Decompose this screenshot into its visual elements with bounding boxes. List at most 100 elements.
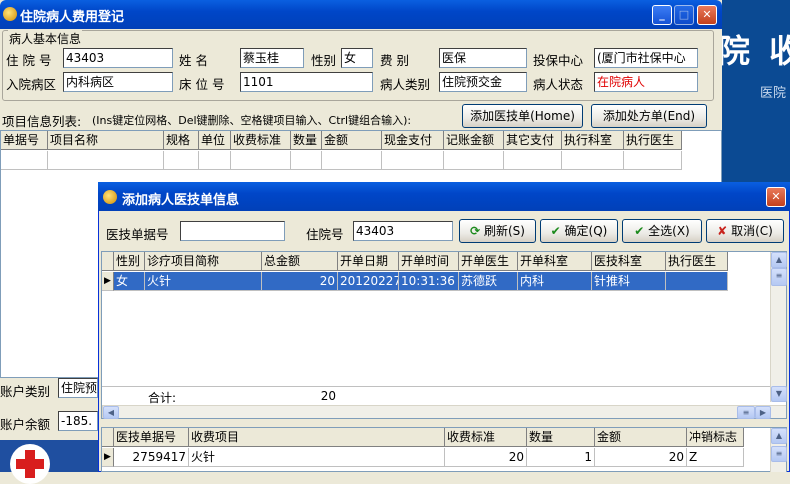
table-cell[interactable] (382, 151, 444, 170)
column-header[interactable]: 开单日期 (338, 252, 399, 271)
table-cell[interactable]: 内科 (518, 272, 592, 291)
patient-type-field[interactable]: 住院预交金 (439, 72, 527, 92)
medtech-orders-grid[interactable]: 性别 诊疗项目简称 总金额 开单日期 开单时间 开单医生 开单科室 医技科室 执行医生 ▶ 女火针… (101, 251, 787, 419)
table-cell[interactable]: 女 (114, 272, 145, 291)
column-header[interactable]: 医技单据号 (114, 428, 189, 447)
table-cell[interactable]: 20 (595, 448, 687, 467)
table-cell[interactable]: Z (687, 448, 744, 467)
column-header[interactable]: 收费标准 (445, 428, 527, 447)
cancel-button[interactable]: ✘ 取消(C) (706, 219, 784, 243)
column-header[interactable]: 其它支付 (504, 131, 562, 150)
main-title-bar[interactable]: 住院病人费用登记 _ □ ✕ (0, 0, 722, 29)
bed-label: 床 位 号 (179, 77, 225, 92)
table-cell[interactable]: 20 (262, 272, 338, 291)
table-cell[interactable]: 10:31:36 (399, 272, 459, 291)
table-cell[interactable]: 20 (445, 448, 527, 467)
column-header[interactable]: 性别 (114, 252, 145, 271)
column-header[interactable]: 诊疗项目简称 (145, 252, 262, 271)
inpatient-no-field[interactable]: 43403 (63, 48, 173, 68)
account-type-field[interactable]: 住院预 (58, 378, 98, 398)
column-header[interactable]: 冲销标志 (687, 428, 744, 447)
column-header[interactable]: 开单时间 (399, 252, 459, 271)
table-cell[interactable] (291, 151, 322, 170)
column-header[interactable]: 总金额 (262, 252, 338, 271)
scroll-thumb[interactable]: ≡ (771, 268, 787, 286)
column-header[interactable]: 收费标准 (231, 131, 291, 150)
scroll-thumb[interactable]: ≡ (771, 446, 787, 462)
app-icon (3, 7, 17, 21)
table-cell[interactable]: 1 (527, 448, 595, 467)
column-header[interactable]: 执行科室 (562, 131, 624, 150)
table-cell[interactable] (1, 151, 48, 170)
minimize-button[interactable]: _ (652, 5, 672, 25)
name-field[interactable]: 蔡玉桂 (240, 48, 304, 68)
scroll-up-icon[interactable]: ▲ (771, 428, 787, 444)
column-header[interactable]: 规格 (164, 131, 199, 150)
table-cell[interactable] (504, 151, 562, 170)
column-header[interactable]: 记账金额 (444, 131, 504, 150)
refresh-icon: ⟳ (470, 224, 481, 238)
add-medtech-button[interactable]: 添加医技单(Home) (462, 104, 583, 128)
table-cell[interactable]: 20120227 (338, 272, 399, 291)
vertical-scrollbar[interactable]: ▲ ≡ (770, 428, 787, 472)
close-button[interactable]: ✕ (697, 5, 717, 25)
table-cell[interactable]: 苏德跃 (459, 272, 518, 291)
table-cell[interactable] (624, 151, 682, 170)
column-header[interactable]: 现金支付 (382, 131, 444, 150)
table-cell[interactable] (164, 151, 199, 170)
doc-no-input[interactable] (180, 221, 285, 241)
table-cell[interactable] (199, 151, 231, 170)
charge-items-grid[interactable]: 医技单据号 收费项目 收费标准 数量 金额 冲销标志 ▶ 2759417 火针 20 1 20 Z ▲… (101, 427, 787, 472)
column-header[interactable]: 单据号 (1, 131, 48, 150)
column-header[interactable]: 数量 (291, 131, 322, 150)
close-icon: ✕ (702, 8, 712, 21)
column-header[interactable]: 执行医生 (666, 252, 728, 271)
charge-grid-header: 医技单据号 收费项目 收费标准 数量 金额 冲销标志 (102, 428, 744, 447)
column-header[interactable]: 项目名称 (48, 131, 164, 150)
patient-status-field[interactable]: 在院病人 (594, 72, 698, 92)
scroll-down-icon[interactable]: ▼ (771, 386, 787, 402)
items-grid-row[interactable] (1, 151, 682, 170)
column-header[interactable]: 金额 (595, 428, 687, 447)
column-header[interactable]: 执行医生 (624, 131, 682, 150)
column-header[interactable]: 单位 (199, 131, 231, 150)
add-prescription-button[interactable]: 添加处方单(End) (591, 104, 707, 128)
column-header[interactable]: 数量 (527, 428, 595, 447)
table-cell[interactable] (48, 151, 164, 170)
orders-grid-row[interactable]: ▶ 女火针 20 20120227 10:31:36 苏德跃 内科 针推科 (102, 272, 728, 291)
table-cell[interactable] (444, 151, 504, 170)
column-header[interactable]: 金额 (322, 131, 382, 150)
table-cell[interactable]: 火针 (189, 448, 445, 467)
table-cell[interactable]: 火针 (145, 272, 262, 291)
select-all-button[interactable]: ✔ 全选(X) (622, 219, 702, 243)
table-cell[interactable] (666, 272, 728, 291)
column-header[interactable]: 收费项目 (189, 428, 445, 447)
table-cell[interactable]: 2759417 (114, 448, 189, 467)
scroll-left-icon[interactable]: ◀ (103, 406, 119, 419)
bed-field[interactable]: 1101 (240, 72, 373, 92)
account-balance-field[interactable]: -185. (58, 411, 98, 431)
dialog-title-bar[interactable]: 添加病人医技单信息 ✕ (98, 182, 790, 211)
dialog-close-button[interactable]: ✕ (766, 187, 786, 207)
column-header[interactable]: 开单医生 (459, 252, 518, 271)
scroll-thumb-h[interactable]: ≡ (737, 406, 755, 419)
column-header[interactable]: 开单科室 (518, 252, 592, 271)
gender-field[interactable]: 女 (341, 48, 373, 68)
fee-type-field[interactable]: 医保 (439, 48, 527, 68)
table-cell[interactable] (562, 151, 624, 170)
maximize-button[interactable]: □ (674, 5, 694, 25)
dialog-inpatient-no-input[interactable]: 43403 (353, 221, 453, 241)
ward-field[interactable]: 内科病区 (63, 72, 173, 92)
horizontal-scrollbar[interactable]: ◀ ≡ ▶ (102, 405, 786, 419)
scroll-right-icon[interactable]: ▶ (755, 406, 771, 419)
table-cell[interactable] (322, 151, 382, 170)
table-cell[interactable] (231, 151, 291, 170)
charge-grid-row[interactable]: ▶ 2759417 火针 20 1 20 Z (102, 448, 744, 467)
column-header[interactable]: 医技科室 (592, 252, 666, 271)
insurance-center-field[interactable]: (厦门市社保中心 (594, 48, 698, 68)
confirm-button[interactable]: ✔ 确定(Q) (540, 219, 618, 243)
vertical-scrollbar[interactable]: ▲ ≡ ▼ (770, 252, 787, 402)
table-cell[interactable]: 针推科 (592, 272, 666, 291)
scroll-up-icon[interactable]: ▲ (771, 252, 787, 268)
refresh-button[interactable]: ⟳ 刷新(S) (459, 219, 536, 243)
